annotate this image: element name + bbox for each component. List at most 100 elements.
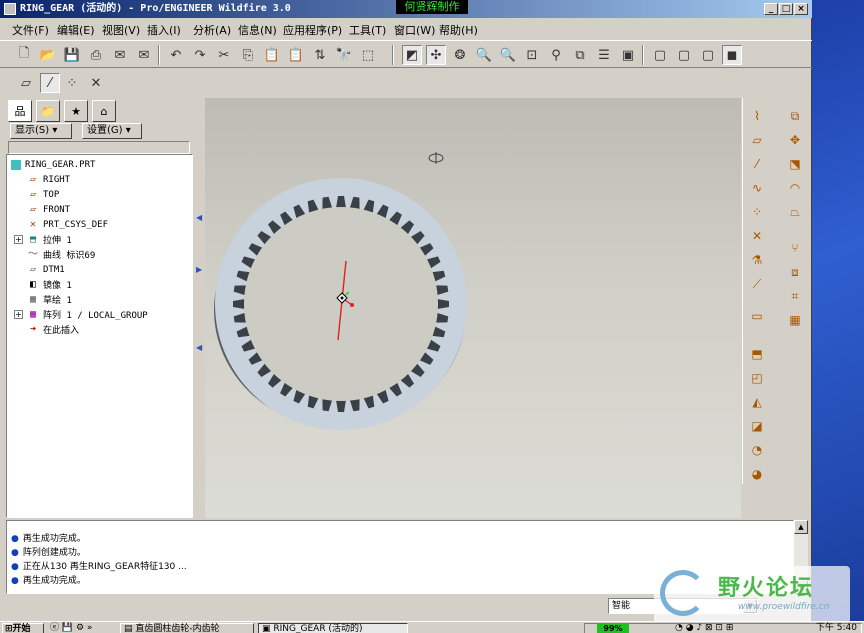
menu-view[interactable]: 视图(V) [102, 22, 140, 38]
insert-datum-icon[interactable]: ⟋ [747, 274, 767, 294]
tree-item-extrude[interactable]: ⬒ 拉伸 1 [27, 232, 72, 247]
tree-item-front[interactable]: ▱ FRONT [27, 202, 70, 217]
save-icon[interactable]: 💾 [62, 45, 82, 65]
maximize-button[interactable]: □ [779, 3, 793, 15]
email-icon[interactable]: ✉ [110, 45, 130, 65]
draft-tool-icon[interactable]: ⏢ [785, 202, 805, 222]
zoom-out-icon[interactable]: 🔍 [498, 45, 518, 65]
csys-display-icon[interactable]: ✕ [86, 73, 106, 93]
show-menu-button[interactable]: 显示(S) ▾ [10, 123, 72, 139]
layers-icon[interactable]: ☰ [594, 45, 614, 65]
collapse-arrow-icon[interactable]: ▶ [196, 266, 202, 274]
menu-tools[interactable]: 工具(T) [349, 22, 386, 38]
no-hidden-icon[interactable]: ▢ [698, 45, 718, 65]
menu-insert[interactable]: 插入(I) [147, 22, 181, 38]
menu-window[interactable]: 窗口(W) [394, 22, 435, 38]
tree-item-right[interactable]: ▱ RIGHT [27, 172, 70, 187]
tree-item-pattern[interactable]: ▦ 阵列 1 / LOCAL_GROUP [27, 307, 148, 322]
close-button[interactable]: × [794, 3, 808, 15]
tab-favorites[interactable]: ★ [64, 100, 88, 122]
view-manager-icon[interactable]: ▣ [618, 45, 638, 65]
extrude-tool-icon[interactable]: ⬒ [747, 344, 767, 364]
app-icon[interactable] [4, 3, 16, 15]
shell-tool-icon[interactable]: ◕ [747, 464, 767, 484]
shading-icon[interactable]: ◼ [722, 45, 742, 65]
move-feature-icon[interactable]: ✥ [785, 130, 805, 150]
save-icon[interactable]: 💾 [62, 623, 73, 633]
open-folder-icon[interactable]: 📂 [38, 45, 58, 65]
redo-icon[interactable]: ↷ [190, 45, 210, 65]
print-icon[interactable]: ⎙ [86, 45, 106, 65]
scroll-up-icon[interactable]: ▲ [794, 520, 808, 534]
tree-root[interactable]: RING_GEAR.PRT [11, 157, 95, 172]
new-file-icon[interactable]: 🗋 [14, 45, 34, 65]
trim-tool-icon[interactable]: ⌗ [785, 286, 805, 306]
sketch-plane-icon[interactable]: ⌇ [747, 106, 767, 126]
graphics-window[interactable] [205, 98, 741, 518]
paste-special-icon[interactable]: 📋 [286, 45, 306, 65]
datum-point-display-icon[interactable]: ⁘ [62, 73, 82, 93]
saved-views-icon[interactable]: ⧉ [570, 45, 590, 65]
find-icon[interactable]: 🔭 [334, 45, 354, 65]
taskbar-item-proe[interactable]: ▣ RING_GEAR (活动的) [258, 623, 408, 633]
hole-tool-icon[interactable]: ◔ [747, 440, 767, 460]
collapse-arrow-icon[interactable]: ◀ [196, 344, 202, 352]
wireframe-icon[interactable]: ▢ [650, 45, 670, 65]
settings-menu-button[interactable]: 设置(G) ▾ [82, 123, 142, 139]
datum-plane-display-icon[interactable]: ▱ [16, 73, 36, 93]
analysis-icon[interactable]: ⚗ [747, 250, 767, 270]
refit-icon[interactable]: ⊡ [522, 45, 542, 65]
datum-axis-display-icon[interactable]: ⁄ [40, 73, 60, 93]
mirror-tool-icon[interactable]: ⑂ [785, 238, 805, 258]
datum-point-icon[interactable]: ⁘ [747, 202, 767, 222]
copy-feature-icon[interactable]: ⧉ [785, 106, 805, 126]
blend-tool-icon[interactable]: ◪ [747, 416, 767, 436]
menu-help[interactable]: 帮助(H) [439, 22, 478, 38]
repaint-icon[interactable]: ◩ [402, 45, 422, 65]
datum-plane-icon[interactable]: ▱ [747, 130, 767, 150]
tab-folder-browser[interactable]: 📁 [36, 100, 60, 122]
hidden-line-icon[interactable]: ▢ [674, 45, 694, 65]
datum-axis-icon[interactable]: ⁄ [747, 154, 767, 174]
expand-toggle[interactable]: + [14, 235, 23, 244]
menu-info[interactable]: 信息(N) [238, 22, 277, 38]
pattern-tool-icon[interactable]: ▦ [785, 310, 805, 330]
variable-sweep-icon[interactable]: ◭ [747, 392, 767, 412]
tree-item-curve[interactable]: 〜 曲线 标识69 [27, 247, 95, 262]
tab-connections[interactable]: ⌂ [92, 100, 116, 122]
menu-file[interactable]: 文件(F) [12, 22, 49, 38]
tab-model-tree[interactable]: 品 [8, 100, 32, 122]
copy-icon[interactable]: ⎘ [238, 45, 258, 65]
sketch-tool-icon[interactable]: ▭ [747, 306, 767, 326]
undo-icon[interactable]: ↶ [166, 45, 186, 65]
tree-item-csys[interactable]: ✕ PRT_CSYS_DEF [27, 217, 108, 232]
menu-edit[interactable]: 编辑(E) [57, 22, 95, 38]
tree-item-dtm1[interactable]: ▱ DTM1 [27, 262, 65, 277]
tree-item-top[interactable]: ▱ TOP [27, 187, 59, 202]
rotate-feature-icon[interactable]: ⬔ [785, 154, 805, 174]
email-link-icon[interactable]: ✉ [134, 45, 154, 65]
revolve-tool-icon[interactable]: ◰ [747, 368, 767, 388]
tree-item-sketch[interactable]: ▦ 草绘 1 [27, 292, 72, 307]
navigator-splitter[interactable]: ◀ ▶ ◀ [194, 98, 204, 518]
tray-icons[interactable]: ◔ ◕ ♪ ⊠ ⊡ ⊞ [675, 624, 733, 633]
cut-icon[interactable]: ✂ [214, 45, 234, 65]
collapse-arrow-icon[interactable]: ◀ [196, 214, 202, 222]
start-button[interactable]: ⊞开始 [2, 623, 44, 633]
spin-center-icon[interactable]: ✣ [426, 45, 446, 65]
minimize-button[interactable]: _ [764, 3, 778, 15]
taskbar-item-word[interactable]: ▤ 直齿圆柱齿轮-内齿轮 [120, 623, 254, 633]
merge-tool-icon[interactable]: ⧈ [785, 262, 805, 282]
expand-toggle[interactable]: + [14, 310, 23, 319]
app-icon[interactable]: ⚙ [76, 623, 84, 633]
csys-icon[interactable]: ✕ [747, 226, 767, 246]
menu-analysis[interactable]: 分析(A) [193, 22, 231, 38]
tree-item-mirror[interactable]: ◧ 镜像 1 [27, 277, 72, 292]
reorient-icon[interactable]: ⚲ [546, 45, 566, 65]
zoom-in-icon[interactable]: 🔍 [474, 45, 494, 65]
tree-item-insert-here[interactable]: ➜ 在此插入 [27, 322, 79, 337]
round-tool-icon[interactable]: ◠ [785, 178, 805, 198]
ie-icon[interactable]: ⓔ [50, 623, 59, 633]
orient-mode-icon[interactable]: ❂ [450, 45, 470, 65]
datum-curve-icon[interactable]: ∿ [747, 178, 767, 198]
